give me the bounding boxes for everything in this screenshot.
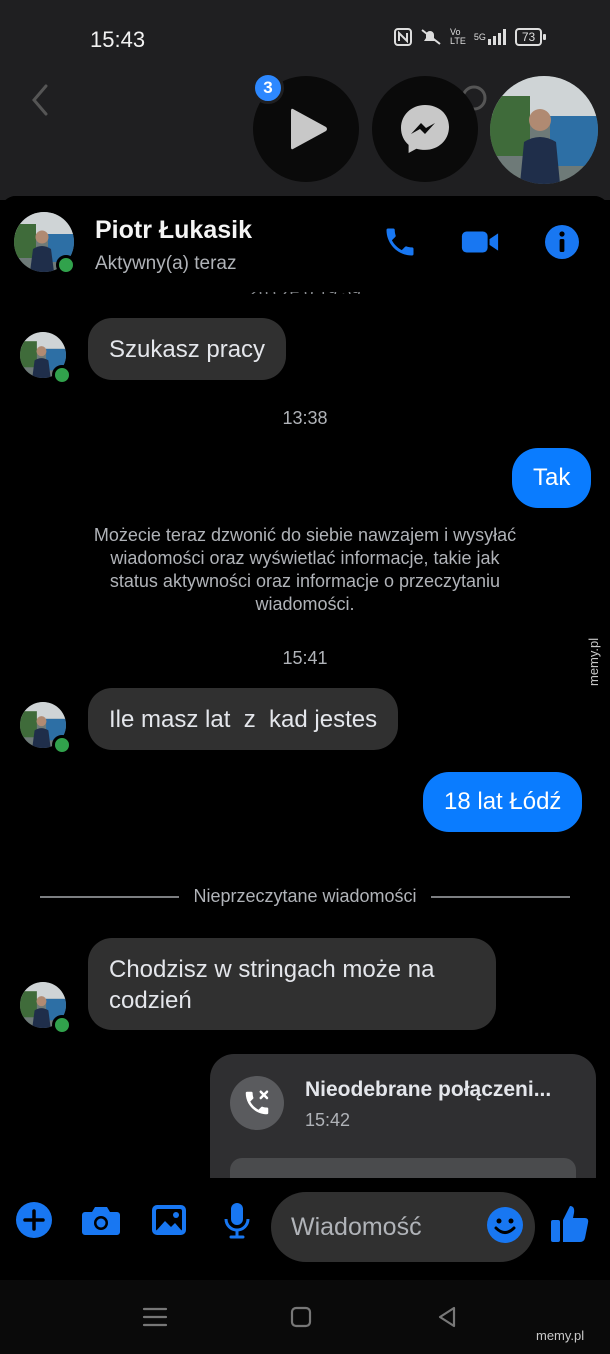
online-indicator: [52, 1015, 72, 1035]
thumbs-up-icon[interactable]: [548, 1202, 592, 1246]
signal-icon: 5G: [474, 28, 507, 46]
composer-bar: [0, 1178, 610, 1274]
unread-label: Nieprzeczytane wiadomości: [193, 886, 417, 906]
online-indicator: [56, 255, 76, 275]
status-time: 15:43: [90, 27, 146, 52]
navigation-bar: [0, 1280, 610, 1354]
nfc-icon: [394, 28, 412, 46]
volte-icon: Vo LTE: [450, 27, 466, 46]
back-icon[interactable]: [432, 1302, 462, 1332]
message-bubble-incoming[interactable]: Chodzisz w stringach może na codzień: [88, 938, 496, 1030]
message-bubble-incoming[interactable]: Ile masz lat z kad jestes: [88, 688, 399, 750]
contact-name[interactable]: Piotr Łukasik: [95, 216, 252, 245]
message-timestamp: 15:41: [282, 648, 328, 668]
network-type: 5G: [473, 32, 486, 42]
system-notice: Możecie teraz dzwonić do siebie nawzajem…: [93, 525, 517, 614]
status-icons: Vo LTE 5G 73: [394, 27, 547, 46]
messenger-chat-head[interactable]: [372, 76, 478, 182]
missed-call-time: 15:42: [305, 1110, 351, 1130]
chat-header: Piotr Łukasik Aktywny(a) teraz: [0, 196, 610, 292]
bottom-watermark: memy.pl: [536, 1328, 585, 1343]
video-camera-icon[interactable]: [460, 222, 500, 262]
online-indicator: [52, 365, 72, 385]
info-icon[interactable]: [542, 222, 582, 262]
chat-panel: 26 cze o 19:39 Piotr Łukasik Aktywny(a) …: [0, 196, 610, 1280]
divider-line: [430, 895, 570, 898]
camera-icon[interactable]: [79, 1198, 123, 1242]
message-timestamp: 13:38: [282, 408, 328, 428]
missed-call-card[interactable]: Nieodebrane połączeni... 15:42: [210, 1054, 596, 1184]
missed-call-title: Nieodebrane połączeni...: [305, 1078, 552, 1101]
back-arrow-icon[interactable]: [26, 80, 56, 120]
avatar: [490, 76, 598, 184]
contact-status: Aktywny(a) teraz: [95, 253, 237, 274]
microphone-icon[interactable]: [215, 1198, 259, 1242]
unread-divider: Nieprzeczytane wiadomości: [40, 886, 570, 907]
phone-icon[interactable]: [380, 222, 420, 262]
messenger-icon: [401, 105, 449, 153]
emoji-icon[interactable]: [485, 1205, 525, 1245]
play-icon: [291, 108, 327, 150]
plus-icon[interactable]: [12, 1198, 56, 1242]
divider-line: [40, 895, 180, 898]
home-icon[interactable]: [286, 1302, 316, 1332]
battery-indicator: 73: [514, 28, 547, 46]
watermark-text: memy.pl: [586, 637, 601, 686]
recent-apps-icon[interactable]: [140, 1302, 170, 1332]
message-bubble-outgoing[interactable]: 18 lat Łódź: [423, 772, 583, 832]
online-indicator: [52, 735, 72, 755]
mute-icon: [420, 28, 442, 46]
contact-chat-head[interactable]: [490, 76, 598, 184]
message-bubble-outgoing[interactable]: Tak: [512, 448, 592, 508]
missed-call-icon: [230, 1076, 284, 1130]
side-watermark: memy.pl: [586, 636, 610, 706]
status-bar: 15:43 Vo LTE 5G 73: [0, 0, 610, 80]
unread-count-badge: 3: [252, 72, 284, 104]
message-bubble-incoming[interactable]: Szukasz pracy: [88, 318, 287, 380]
gallery-icon[interactable]: [147, 1198, 191, 1242]
